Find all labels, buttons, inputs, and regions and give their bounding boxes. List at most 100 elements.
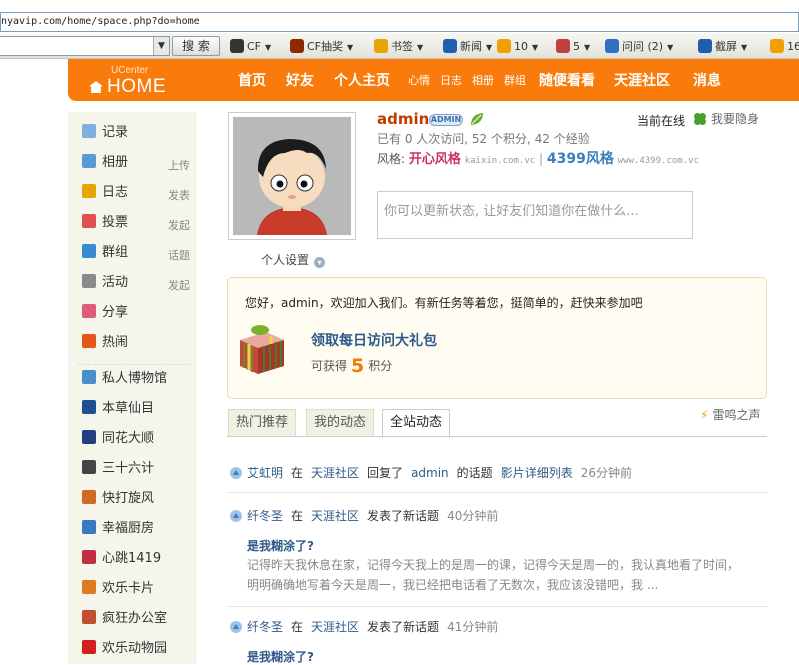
cards-icon — [82, 580, 96, 594]
chevron-down-icon: ▼ — [584, 43, 591, 52]
feed-topic-title[interactable]: 是我糊涂了? — [247, 537, 314, 554]
clover-icon — [694, 113, 706, 125]
style-kaixin-link[interactable]: 开心风格 — [409, 152, 461, 167]
sidebar-item-sub-link[interactable]: 发起 — [168, 277, 190, 293]
sidebar-app-4[interactable]: 快打旋风 — [82, 488, 154, 510]
sidebar-item-label: 记录 — [102, 125, 129, 140]
style-kaixin-url: kaixin.com.vc — [464, 156, 536, 166]
nav-item-7[interactable]: 随便看看 — [539, 70, 595, 90]
nav-item-1[interactable]: 好友 — [286, 70, 314, 90]
sidebar-app-5[interactable]: 幸福厨房 — [82, 518, 154, 540]
sidebar-item-sub-link[interactable]: 发表 — [168, 187, 190, 203]
toolbar-item-8[interactable]: 16 — [770, 38, 799, 56]
zoo-icon — [82, 640, 96, 654]
sidebar-item-6[interactable]: 分享 — [82, 302, 128, 324]
news-icon — [443, 39, 457, 53]
sidebar-app-label: 欢乐卡片 — [102, 581, 155, 596]
feed-place-link[interactable]: 天涯社区 — [311, 466, 359, 480]
style-4399-link[interactable]: 4399风格 — [547, 151, 614, 167]
chevron-down-icon: ▼ — [741, 43, 748, 52]
nav-item-6[interactable]: 群组 — [504, 72, 526, 88]
topic-icon — [229, 466, 243, 480]
toolbar-item-1[interactable]: CF抽奖 ▼ — [290, 38, 353, 56]
sidebar-item-4[interactable]: 群组 — [82, 242, 128, 264]
chevron-down-icon[interactable]: ▼ — [153, 37, 169, 55]
address-bar[interactable]: nyavip.com/home/space.php?do=home — [0, 12, 799, 32]
sidebar-app-1[interactable]: 本草仙目 — [82, 398, 154, 420]
feed-target-user-link[interactable]: admin — [411, 466, 449, 480]
feed-topic-title[interactable]: 是我糊涂了? — [247, 648, 314, 665]
feed-place-link[interactable]: 天涯社区 — [311, 620, 359, 634]
nav-item-8[interactable]: 天涯社区 — [614, 70, 670, 90]
nav-item-4[interactable]: 日志 — [440, 72, 462, 88]
mail-icon — [556, 39, 570, 53]
thunder-link[interactable]: ⚡ 雷鸣之声 — [700, 406, 760, 423]
feed-place-link[interactable]: 天涯社区 — [311, 509, 359, 523]
sidebar-app-2[interactable]: 同花大顺 — [82, 428, 154, 450]
sidebar-app-6[interactable]: 心跳1419 — [82, 548, 161, 570]
tab-1[interactable]: 我的动态 — [306, 409, 375, 436]
toolbar-search-input[interactable]: ▼ — [0, 36, 170, 56]
sidebar-app-label: 快打旋风 — [102, 491, 155, 506]
username[interactable]: admin — [377, 110, 429, 128]
sidebar-item-7[interactable]: 热闹 — [82, 332, 128, 354]
gift-icon — [240, 325, 284, 374]
tab-2[interactable]: 全站动态 — [382, 409, 451, 438]
leaf-icon — [471, 113, 483, 125]
logo-home[interactable]: HOME — [89, 76, 166, 98]
task-title-link[interactable]: 领取每日访问大礼包 — [311, 330, 437, 350]
sidebar-app-3[interactable]: 三十六计 — [82, 458, 154, 480]
toolbar-item-3[interactable]: 新闻 ▼ — [443, 38, 492, 56]
nav-item-9[interactable]: 消息 — [693, 70, 721, 90]
feed-user-link[interactable]: 艾虹明 — [247, 466, 283, 480]
sidebar-app-label: 心跳1419 — [102, 551, 162, 566]
toolbar-item-5[interactable]: 5 ▼ — [556, 38, 590, 56]
sidebar-app-label: 私人博物馆 — [102, 371, 168, 386]
sidebar-item-3[interactable]: 投票 — [82, 212, 128, 234]
sidebar-app-0[interactable]: 私人博物馆 — [82, 368, 167, 390]
sidebar-app-8[interactable]: 疯狂办公室 — [82, 608, 167, 630]
sidebar-item-0[interactable]: 记录 — [82, 122, 128, 144]
toolbar-item-6[interactable]: 问问 (2) ▼ — [605, 38, 673, 56]
avatar[interactable] — [228, 112, 356, 240]
sidebar-app-7[interactable]: 欢乐卡片 — [82, 578, 154, 600]
feed-text: 在 — [291, 509, 304, 523]
address-text: nyavip.com/home/space.php?do=home — [1, 16, 200, 27]
avatar-image — [233, 117, 351, 235]
settings-link[interactable]: 个人设置 ▾ — [261, 251, 326, 268]
sidebar-item-label: 群组 — [102, 245, 129, 260]
nav-item-3[interactable]: 心情 — [408, 72, 430, 88]
lightning-icon: ⚡ — [700, 408, 709, 422]
status-input[interactable]: 你可以更新状态, 让好友们知道你在做什么... — [377, 191, 693, 239]
sidebar-app-9[interactable]: 欢乐动物园 — [82, 638, 167, 660]
sidebar-item-sub-link[interactable]: 上传 — [168, 157, 190, 173]
sidebar-item-sub-link[interactable]: 话题 — [168, 247, 190, 263]
site-header — [68, 59, 799, 101]
go-invisible-link[interactable]: 我要隐身 — [711, 110, 759, 127]
tab-0[interactable]: 热门推荐 — [228, 409, 297, 436]
nav-item-0[interactable]: 首页 — [238, 70, 266, 90]
toolbar-item-2[interactable]: 书签 ▼ — [374, 38, 423, 56]
sidebar-item-5[interactable]: 活动 — [82, 272, 128, 294]
toolbar-item-label: 16 — [787, 40, 799, 53]
cartoon-avatar-icon — [233, 117, 351, 235]
feed-user-link[interactable]: 纤冬圣 — [247, 620, 283, 634]
feed-action: 发表了新话题 — [367, 509, 440, 523]
toolbar-item-4[interactable]: 10 ▼ — [497, 38, 538, 56]
chevron-down-icon: ▼ — [667, 43, 674, 52]
feed-divider — [227, 606, 767, 607]
sun-icon — [770, 39, 784, 53]
toolbar-item-label: 5 — [573, 40, 580, 53]
sidebar-item-1[interactable]: 相册 — [82, 152, 128, 174]
toolbar-search-button[interactable]: 搜 索 — [172, 36, 220, 56]
toolbar-item-7[interactable]: 截屏 ▼ — [698, 38, 747, 56]
sidebar-item-sub-link[interactable]: 发起 — [168, 217, 190, 233]
toolbar-item-0[interactable]: CF ▼ — [230, 38, 271, 56]
feed-user-link[interactable]: 纤冬圣 — [247, 509, 283, 523]
feed-target-link[interactable]: 影片详细列表 — [501, 466, 573, 480]
nav-item-2[interactable]: 个人主页 — [334, 70, 390, 90]
nav-item-5[interactable]: 相册 — [472, 72, 494, 88]
sidebar-item-2[interactable]: 日志 — [82, 182, 128, 204]
museum-icon — [82, 370, 96, 384]
chevron-down-icon: ▼ — [532, 43, 539, 52]
